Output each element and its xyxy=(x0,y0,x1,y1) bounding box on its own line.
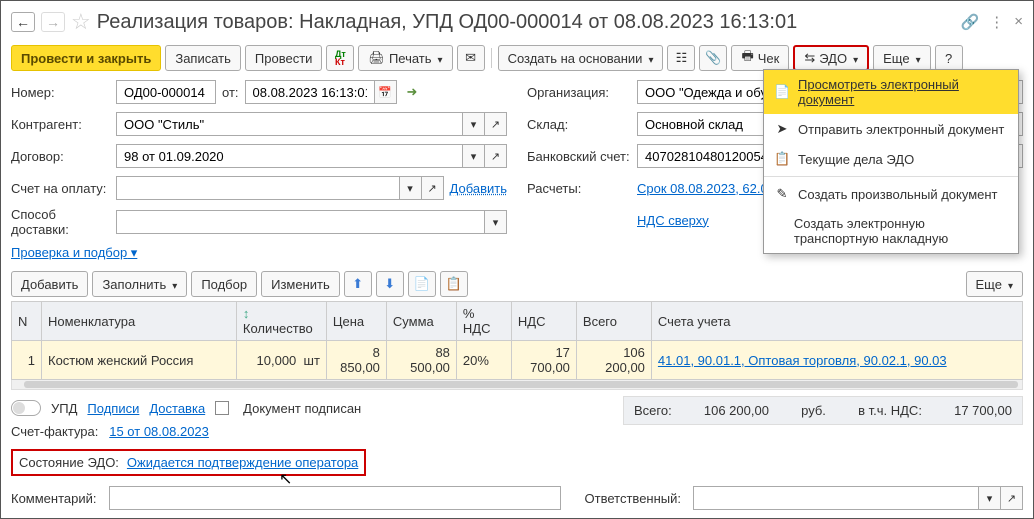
shipping-link[interactable]: Доставка xyxy=(149,401,205,416)
add-invoice-link[interactable]: Добавить xyxy=(450,181,507,196)
invoice-label: Счет на оплату: xyxy=(11,181,116,196)
calc-label: Расчеты: xyxy=(527,181,637,196)
send-icon: ➤ xyxy=(774,121,790,137)
h-scrollbar[interactable] xyxy=(11,380,1023,390)
totals-bar: Всего: 106 200,00 руб. в т.ч. НДС: 17 70… xyxy=(623,396,1023,425)
favorite-star-icon[interactable]: ☆ xyxy=(71,9,91,35)
col-sum[interactable]: Сумма xyxy=(386,302,456,341)
number-label: Номер: xyxy=(11,85,116,100)
contract-label: Договор: xyxy=(11,149,116,164)
more-button[interactable]: Еще xyxy=(873,45,930,71)
contragent-label: Контрагент: xyxy=(11,117,116,132)
contragent-field[interactable] xyxy=(122,116,457,133)
upd-label: УПД xyxy=(51,401,77,416)
list-icon: 📋 xyxy=(774,151,790,167)
invoice-field[interactable] xyxy=(122,180,394,197)
col-n[interactable]: N xyxy=(12,302,42,341)
close-icon[interactable]: × xyxy=(1014,13,1023,31)
edo-status-box: Состояние ЭДО: Ожидается подтверждение о… xyxy=(11,449,366,476)
check-link[interactable]: Проверка и подбор ▾ xyxy=(11,245,137,260)
document-icon: 📄 xyxy=(774,84,790,100)
org-label: Организация: xyxy=(527,85,637,100)
menu-view-edoc[interactable]: 📄 Просмотреть электронный документ xyxy=(764,70,1018,114)
page-title: Реализация товаров: Накладная, УПД ОД00-… xyxy=(97,11,955,34)
vat-link[interactable]: НДС сверху xyxy=(637,213,709,228)
dropdown-icon[interactable]: ▾ xyxy=(463,144,485,168)
delivery-label: Способ доставки: xyxy=(11,207,116,237)
dropdown-icon[interactable]: ▾ xyxy=(463,112,485,136)
create-based-button[interactable]: Создать на основании xyxy=(498,45,664,71)
col-vat[interactable]: НДС xyxy=(511,302,576,341)
menu-send-edoc[interactable]: ➤ Отправить электронный документ xyxy=(764,114,1018,144)
calendar-icon[interactable]: 📅 xyxy=(375,80,397,104)
warehouse-label: Склад: xyxy=(527,117,637,132)
dropdown-icon[interactable]: ▾ xyxy=(400,176,422,200)
dropdown-icon[interactable]: ▾ xyxy=(979,486,1001,510)
menu-current-edo[interactable]: 📋 Текущие дела ЭДО xyxy=(764,144,1018,174)
nav-back[interactable]: ← xyxy=(11,12,35,32)
kebab-icon[interactable]: ⋮ xyxy=(989,13,1004,31)
accounts-link[interactable]: 41.01, 90.01.1, Оптовая торговля, 90.02.… xyxy=(658,353,947,368)
col-pvat[interactable]: % НДС xyxy=(456,302,511,341)
number-field[interactable] xyxy=(122,84,210,101)
help-button[interactable]: ? xyxy=(935,45,963,71)
delivery-field[interactable] xyxy=(122,214,479,231)
dropdown-icon[interactable]: ▾ xyxy=(485,210,507,234)
clip-button[interactable]: 📎 xyxy=(699,45,727,71)
col-qty[interactable]: ↕ Количество xyxy=(236,302,326,341)
comment-label: Комментарий: xyxy=(11,491,97,506)
edo-status-link[interactable]: Ожидается подтверждение оператора xyxy=(127,455,358,470)
items-table[interactable]: N Номенклатура ↕ Количество Цена Сумма %… xyxy=(11,301,1023,380)
table-row[interactable]: 1 Костюм женский Россия 10,000 шт 8 850,… xyxy=(12,341,1023,380)
mail-button[interactable]: ✉ xyxy=(457,45,485,71)
edo-status-label: Состояние ЭДО: xyxy=(19,455,119,470)
row-fill-button[interactable]: Заполнить xyxy=(92,271,187,297)
col-total[interactable]: Всего xyxy=(576,302,651,341)
col-price[interactable]: Цена xyxy=(326,302,386,341)
contract-field[interactable] xyxy=(122,148,457,165)
col-acc[interactable]: Счета учета xyxy=(651,302,1022,341)
copy-button[interactable]: 📄 xyxy=(408,271,436,297)
signed-label: Документ подписан xyxy=(243,401,361,416)
post-and-close-button[interactable]: Провести и закрыть xyxy=(11,45,161,71)
posted-icon: ➜ xyxy=(407,84,418,100)
dtkt-button[interactable]: ДтКт xyxy=(326,45,354,71)
link-icon[interactable]: 🔗 xyxy=(961,13,980,31)
edo-dropdown-menu: 📄 Просмотреть электронный документ ➤ Отп… xyxy=(763,69,1019,254)
save-button[interactable]: Записать xyxy=(165,45,241,71)
post-button[interactable]: Провести xyxy=(245,45,323,71)
sf-label: Счет-фактура: xyxy=(11,424,98,439)
col-nom[interactable]: Номенклатура xyxy=(42,302,237,341)
structure-button[interactable]: ☷ xyxy=(667,45,695,71)
open-icon[interactable]: ↗ xyxy=(485,144,507,168)
sf-link[interactable]: 15 от 08.08.2023 xyxy=(109,424,209,439)
table-more-button[interactable]: Еще xyxy=(966,271,1023,297)
paste-button[interactable]: 📋 xyxy=(440,271,468,297)
menu-create-waybill[interactable]: Создать электронную транспортную накладн… xyxy=(764,209,1018,253)
upd-toggle[interactable] xyxy=(11,400,41,416)
edo-button[interactable]: ⇆ ЭДО xyxy=(793,45,869,71)
menu-create-doc[interactable]: ✎ Создать произвольный документ xyxy=(764,179,1018,209)
move-down-button[interactable]: ⬇ xyxy=(376,271,404,297)
nav-forward: → xyxy=(41,12,65,32)
row-edit-button[interactable]: Изменить xyxy=(261,271,340,297)
responsible-field[interactable] xyxy=(699,490,973,507)
row-pick-button[interactable]: Подбор xyxy=(191,271,257,297)
signatures-link[interactable]: Подписи xyxy=(87,401,139,416)
comment-field[interactable] xyxy=(115,490,555,507)
responsible-label: Ответственный: xyxy=(585,491,681,506)
new-icon: ✎ xyxy=(774,186,790,202)
open-icon[interactable]: ↗ xyxy=(422,176,444,200)
signed-checkbox[interactable] xyxy=(215,401,229,415)
from-label: от: xyxy=(222,85,239,100)
print-button[interactable]: 🖨 Печать xyxy=(358,45,452,71)
open-icon[interactable]: ↗ xyxy=(1001,486,1023,510)
bank-label: Банковский счет: xyxy=(527,149,637,164)
cheque-button[interactable]: 🖶 Чек xyxy=(731,45,789,71)
move-up-button[interactable]: ⬆ xyxy=(344,271,372,297)
row-add-button[interactable]: Добавить xyxy=(11,271,88,297)
open-icon[interactable]: ↗ xyxy=(485,112,507,136)
date-field[interactable] xyxy=(251,84,369,101)
